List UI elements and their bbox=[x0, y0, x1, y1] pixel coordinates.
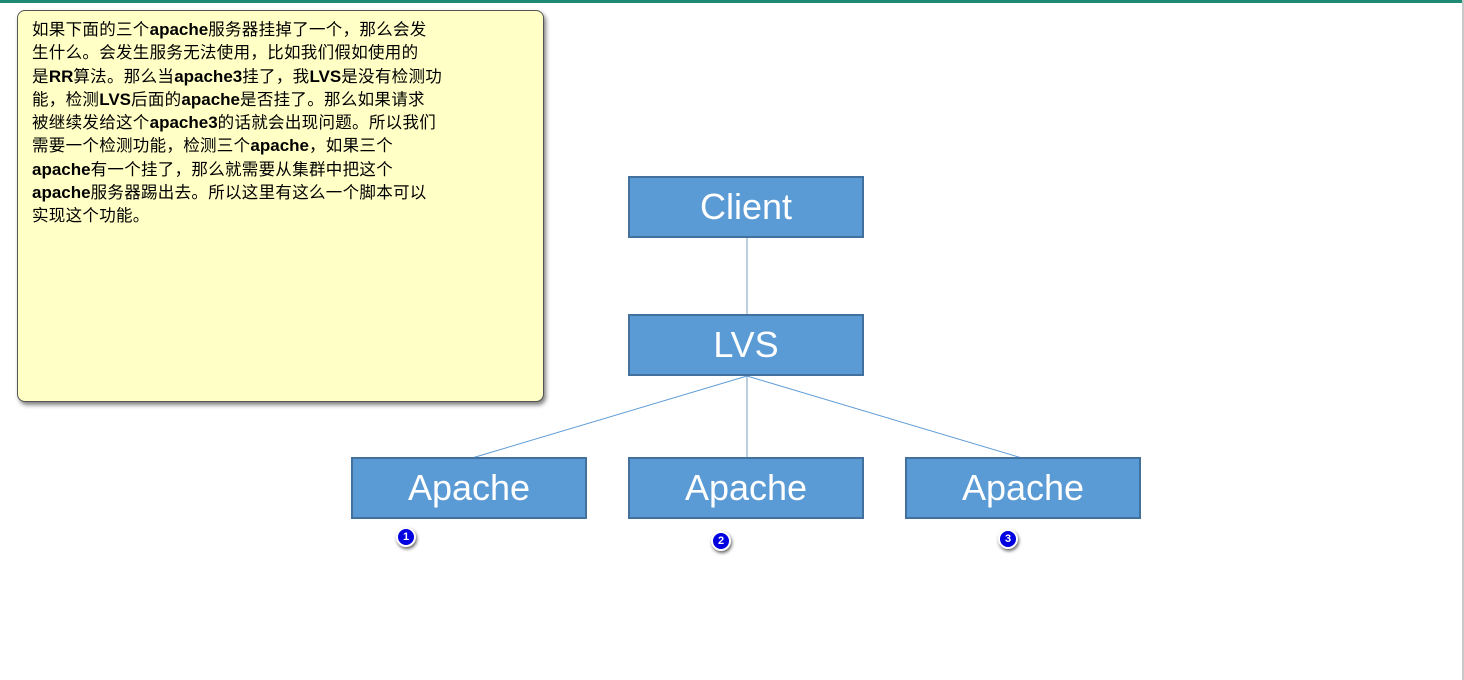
apache-node-2: Apache bbox=[628, 457, 864, 519]
apache-node-1: Apache bbox=[351, 457, 587, 519]
client-node: Client bbox=[628, 176, 864, 238]
connector-lvs-apache1 bbox=[471, 375, 748, 459]
number-badge-3: 3 bbox=[998, 529, 1018, 549]
number-badge-2: 2 bbox=[711, 531, 731, 551]
connector-lvs-apache3 bbox=[746, 375, 1023, 459]
number-badge-1: 1 bbox=[396, 527, 416, 547]
lvs-node: LVS bbox=[628, 314, 864, 376]
apache-node-3: Apache bbox=[905, 457, 1141, 519]
